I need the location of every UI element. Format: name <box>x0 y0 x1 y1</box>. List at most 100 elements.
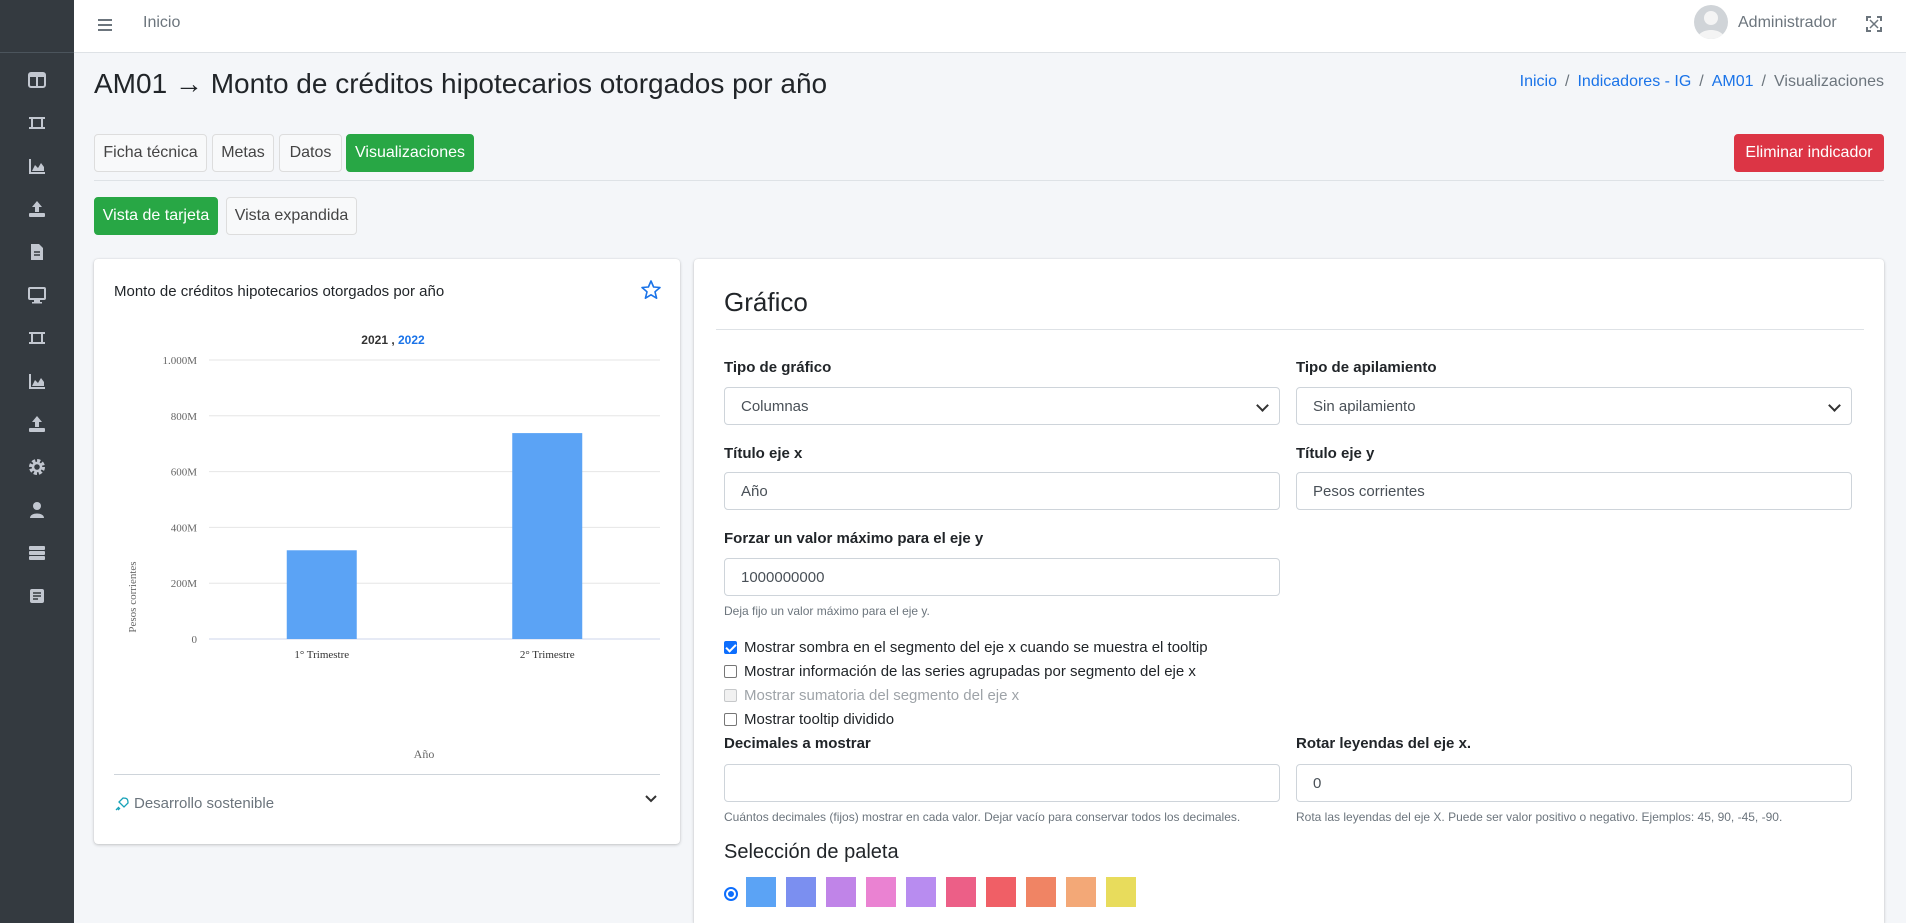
bar-chart: 2021 , 2022 0 200M 400M 600M 800M 1.000M 1° T… <box>127 333 660 759</box>
stacking-select[interactable]: Sin apilamiento <box>1296 387 1852 425</box>
y-tick-label: 400M <box>171 522 198 534</box>
sidebar <box>0 0 74 923</box>
palette-swatch[interactable] <box>866 877 896 907</box>
checkbox[interactable] <box>724 665 737 678</box>
menu-icon[interactable] <box>96 16 114 34</box>
stacking-value: Sin apilamiento <box>1313 397 1416 415</box>
x-tick-label: 1° Trimestre <box>294 649 349 661</box>
rotate-help: Rota las leyendas del eje X. Puede ser v… <box>1296 810 1783 824</box>
y-tick-label: 200M <box>171 578 198 590</box>
checkbox-segment-sum: Mostrar sumatoria del segmento del eje x <box>724 687 1019 704</box>
area-chart-icon-2[interactable] <box>27 371 47 391</box>
breadcrumb: Inicio / Indicadores - IG / AM01 / Visualizaci… <box>1520 73 1884 91</box>
list-alt-icon[interactable] <box>27 586 47 606</box>
delete-indicator-button[interactable]: Eliminar indicador <box>1734 134 1884 172</box>
breadcrumb-indicadores[interactable]: Indicadores - IG <box>1577 73 1691 90</box>
checkbox-tooltip-shadow[interactable]: Mostrar sombra en el segmento del eje x … <box>724 639 1208 656</box>
decimals-label: Decimales a mostrar <box>724 735 871 752</box>
breadcrumb-current: Visualizaciones <box>1774 73 1884 90</box>
x-title-label: Título eje x <box>724 445 803 462</box>
star-icon[interactable] <box>640 279 662 301</box>
y-tick-label: 1.000M <box>162 355 197 367</box>
checkbox-label: Mostrar tooltip dividido <box>744 711 895 728</box>
fullscreen-icon[interactable] <box>1866 16 1882 32</box>
divider <box>114 774 660 775</box>
y-tick-label: 600M <box>171 467 198 479</box>
file-icon[interactable] <box>27 242 47 262</box>
y-title-value: Pesos corrientes <box>1313 482 1425 500</box>
checkbox-split-tooltip[interactable]: Mostrar tooltip dividido <box>724 711 894 728</box>
palette-swatch[interactable] <box>786 877 816 907</box>
y-tick-label: 0 <box>192 634 198 646</box>
palette-swatch[interactable] <box>986 877 1016 907</box>
y-title-input[interactable]: Pesos corrientes <box>1296 472 1852 510</box>
x-axis-title: Año <box>414 747 435 759</box>
sdg-section[interactable]: Desarrollo sostenible <box>114 795 274 812</box>
rotate-value: 0 <box>1313 774 1322 792</box>
palette-swatch[interactable] <box>906 877 936 907</box>
tab-metas[interactable]: Metas <box>212 134 274 172</box>
x-tick-label: 2° Trimestre <box>520 649 575 661</box>
tab-ficha-tecnica[interactable]: Ficha técnica <box>94 134 207 172</box>
rotate-label: Rotar leyendas del eje x. <box>1296 735 1472 752</box>
legend-item-2022[interactable]: 2022 <box>398 333 425 347</box>
palette-swatch[interactable] <box>826 877 856 907</box>
decimals-input[interactable] <box>724 764 1280 802</box>
breadcrumb-separator: / <box>1565 73 1570 90</box>
page-title: AM01 → Monto de créditos hipotecarios ot… <box>94 68 828 99</box>
checkbox[interactable] <box>724 713 737 726</box>
x-title-input[interactable]: Año <box>724 472 1280 510</box>
top-navbar: Inicio Administrador <box>74 0 1906 53</box>
palette-swatch[interactable] <box>1106 877 1136 907</box>
section-title: Gráfico <box>724 287 808 317</box>
rocket-icon <box>115 796 129 810</box>
y-max-help: Deja fijo un valor máximo para el eje y. <box>724 604 930 618</box>
checkbox[interactable] <box>724 641 737 654</box>
chevron-down-icon[interactable] <box>644 791 658 805</box>
y-max-label: Forzar un valor máximo para el eje y <box>724 530 984 547</box>
server-icon[interactable] <box>27 543 47 563</box>
y-max-value: 1000000000 <box>741 568 825 586</box>
decimals-help: Cuántos decimales (fijos) mostrar en cad… <box>724 810 1241 824</box>
expanded-view-button[interactable]: Vista expandida <box>226 197 357 235</box>
rotate-input[interactable]: 0 <box>1296 764 1852 802</box>
palette-swatch[interactable] <box>1026 877 1056 907</box>
breadcrumb-am01[interactable]: AM01 <box>1712 73 1754 90</box>
avatar[interactable] <box>1694 5 1728 39</box>
bar-1[interactable] <box>286 550 357 639</box>
upload-icon[interactable] <box>27 199 47 219</box>
crop-icon-2[interactable] <box>27 328 47 348</box>
checkbox-grouped-series[interactable]: Mostrar información de las series agrupa… <box>724 663 1196 680</box>
legend-separator: , <box>391 333 394 347</box>
checkbox-label: Mostrar sumatoria del segmento del eje x <box>744 687 1020 704</box>
gear-icon[interactable] <box>27 457 47 477</box>
nav-home-link[interactable]: Inicio <box>143 14 180 32</box>
y-title-label: Título eje y <box>1296 445 1375 462</box>
y-max-input[interactable]: 1000000000 <box>724 558 1280 596</box>
crop-icon[interactable] <box>27 113 47 133</box>
tab-visualizaciones[interactable]: Visualizaciones <box>346 134 474 172</box>
breadcrumb-inicio[interactable]: Inicio <box>1520 73 1557 90</box>
chart-type-select[interactable]: Columnas <box>724 387 1280 425</box>
checkbox-label: Mostrar sombra en el segmento del eje x … <box>744 639 1208 656</box>
desktop-icon[interactable] <box>27 285 47 305</box>
chart-type-label: Tipo de gráfico <box>724 359 832 376</box>
palette-swatch[interactable] <box>1066 877 1096 907</box>
legend-item-2021[interactable]: 2021 <box>361 333 388 347</box>
area-chart-icon[interactable] <box>27 156 47 176</box>
stacking-label: Tipo de apilamiento <box>1296 359 1437 376</box>
card-view-button[interactable]: Vista de tarjeta <box>94 197 218 235</box>
sdg-label: Desarrollo sostenible <box>134 795 275 812</box>
breadcrumb-separator: / <box>1699 73 1704 90</box>
palette-swatch[interactable] <box>746 877 776 907</box>
tab-datos[interactable]: Datos <box>279 134 342 172</box>
bar-2[interactable] <box>512 433 583 639</box>
user-icon[interactable] <box>27 500 47 520</box>
columns-icon[interactable] <box>27 70 47 90</box>
upload-icon-2[interactable] <box>27 414 47 434</box>
checkbox <box>724 689 737 702</box>
palette-swatch[interactable] <box>946 877 976 907</box>
chart-legend: 2021 , 2022 <box>361 333 425 347</box>
palette-radio[interactable] <box>724 887 738 901</box>
user-name[interactable]: Administrador <box>1738 14 1837 32</box>
